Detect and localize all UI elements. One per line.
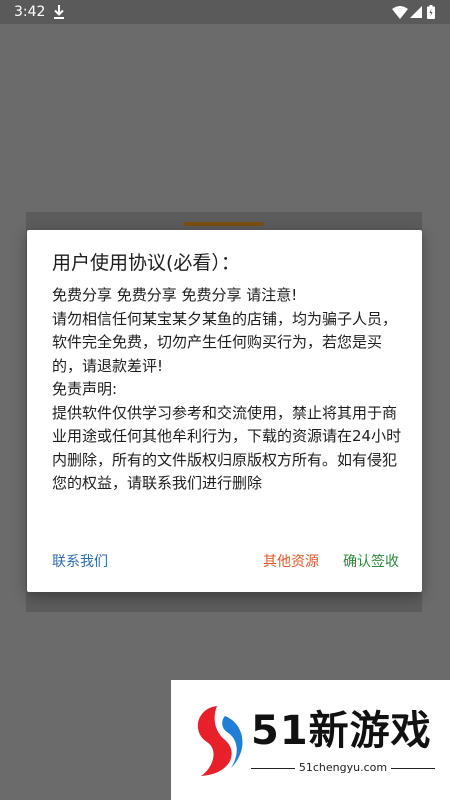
user-agreement-dialog: 用户使用协议(必看）： 免费分享 免费分享 免费分享 请注意! 请勿相信任何某宝… (27, 230, 422, 592)
divider (251, 768, 295, 769)
status-time: 3:42 (14, 4, 46, 20)
status-bar: 3:42 (0, 0, 450, 24)
disclaimer-paragraph: 提供软件仅供学习参考和交流使用，禁止将其用于商业用途或任何其他牟利行为，下载的资… (52, 403, 402, 493)
brand-url: 51chengyu.com (298, 761, 388, 774)
signal-icon (410, 6, 422, 18)
accent-bar (184, 222, 264, 226)
warning-paragraph: 请勿相信任何某宝某夕某鱼的店铺，均为骗子人员，软件完全免费，切勿产生任何购买行为… (52, 309, 398, 375)
site-watermark: 51新游戏 51chengyu.com (171, 680, 450, 800)
brand-text: 51新游戏 (251, 708, 432, 754)
dialog-body: 免费分享 免费分享 免费分享 请注意! 请勿相信任何某宝某夕某鱼的店铺，均为骗子… (52, 284, 402, 496)
brand-logo-icon (197, 706, 243, 776)
contact-us-button[interactable]: 联系我们 (52, 550, 108, 574)
dialog-title: 用户使用协议(必看）： (52, 252, 240, 274)
divider (391, 768, 435, 769)
other-resources-button[interactable]: 其他资源 (263, 550, 319, 574)
download-icon (54, 5, 64, 19)
wifi-icon (392, 6, 408, 19)
battery-icon (427, 5, 435, 19)
confirm-receipt-button[interactable]: 确认签收 (343, 550, 399, 574)
notice-line: 免费分享 免费分享 免费分享 请注意! (52, 286, 298, 304)
disclaimer-heading: 免责声明: (52, 380, 118, 398)
